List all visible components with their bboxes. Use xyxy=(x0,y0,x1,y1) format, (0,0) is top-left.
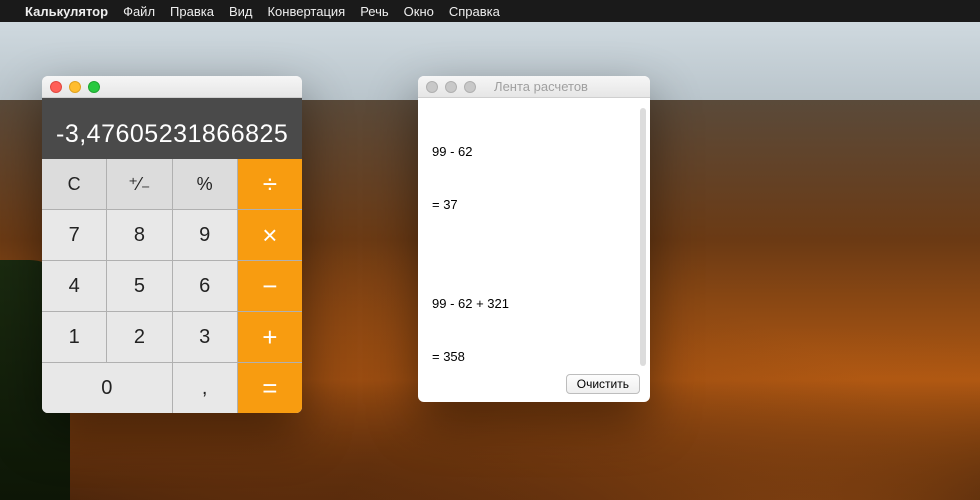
tape-result: = 37 xyxy=(432,196,634,214)
tape-entry: 99 - 62 = 37 xyxy=(432,108,634,248)
tape-window: Лента расчетов 99 - 62 = 37 99 - 62 + 32… xyxy=(418,76,650,402)
digit-8-button[interactable]: 8 xyxy=(107,210,171,260)
digit-7-button[interactable]: 7 xyxy=(42,210,106,260)
divide-button[interactable]: ÷ xyxy=(238,159,302,209)
menu-speech[interactable]: Речь xyxy=(360,4,388,19)
app-name[interactable]: Калькулятор xyxy=(25,4,108,19)
menu-file[interactable]: Файл xyxy=(123,4,155,19)
calculator-keypad: C ⁺⁄₋ % ÷ 7 8 9 × 4 5 6 − 1 2 3 + 0 , = xyxy=(42,159,302,413)
menu-help[interactable]: Справка xyxy=(449,4,500,19)
add-button[interactable]: + xyxy=(238,312,302,362)
tape-expr: 99 - 62 xyxy=(432,143,634,161)
negate-button[interactable]: ⁺⁄₋ xyxy=(107,159,171,209)
tape-result: = 358 xyxy=(432,348,634,366)
subtract-button[interactable]: − xyxy=(238,261,302,311)
decimal-button[interactable]: , xyxy=(173,363,237,413)
multiply-button[interactable]: × xyxy=(238,210,302,260)
digit-0-button[interactable]: 0 xyxy=(42,363,172,413)
calculator-window: -3,47605231866825 C ⁺⁄₋ % ÷ 7 8 9 × 4 5 … xyxy=(42,76,302,413)
digit-4-button[interactable]: 4 xyxy=(42,261,106,311)
tape-titlebar[interactable]: Лента расчетов xyxy=(418,76,650,98)
menu-window[interactable]: Окно xyxy=(404,4,434,19)
menu-convert[interactable]: Конвертация xyxy=(267,4,345,19)
tape-expr: 99 - 62 + 321 xyxy=(432,295,634,313)
digit-6-button[interactable]: 6 xyxy=(173,261,237,311)
digit-3-button[interactable]: 3 xyxy=(173,312,237,362)
close-icon[interactable] xyxy=(50,81,62,93)
zoom-icon[interactable] xyxy=(88,81,100,93)
menubar: Калькулятор Файл Правка Вид Конвертация … xyxy=(0,0,980,22)
tape-history: 99 - 62 = 37 99 - 62 + 321 = 358 99 - 62… xyxy=(432,108,634,402)
scrollbar[interactable] xyxy=(640,108,646,366)
digit-1-button[interactable]: 1 xyxy=(42,312,106,362)
tape-title: Лента расчетов xyxy=(440,79,642,94)
percent-button[interactable]: % xyxy=(173,159,237,209)
minimize-icon[interactable] xyxy=(69,81,81,93)
close-icon[interactable] xyxy=(426,81,438,93)
clear-button[interactable]: C xyxy=(42,159,106,209)
clear-tape-button[interactable]: Очистить xyxy=(566,374,640,394)
digit-2-button[interactable]: 2 xyxy=(107,312,171,362)
menu-edit[interactable]: Правка xyxy=(170,4,214,19)
digit-9-button[interactable]: 9 xyxy=(173,210,237,260)
calculator-titlebar[interactable] xyxy=(42,76,302,98)
menu-view[interactable]: Вид xyxy=(229,4,253,19)
equals-button[interactable]: = xyxy=(238,363,302,413)
digit-5-button[interactable]: 5 xyxy=(107,261,171,311)
calculator-display: -3,47605231866825 xyxy=(42,98,302,159)
